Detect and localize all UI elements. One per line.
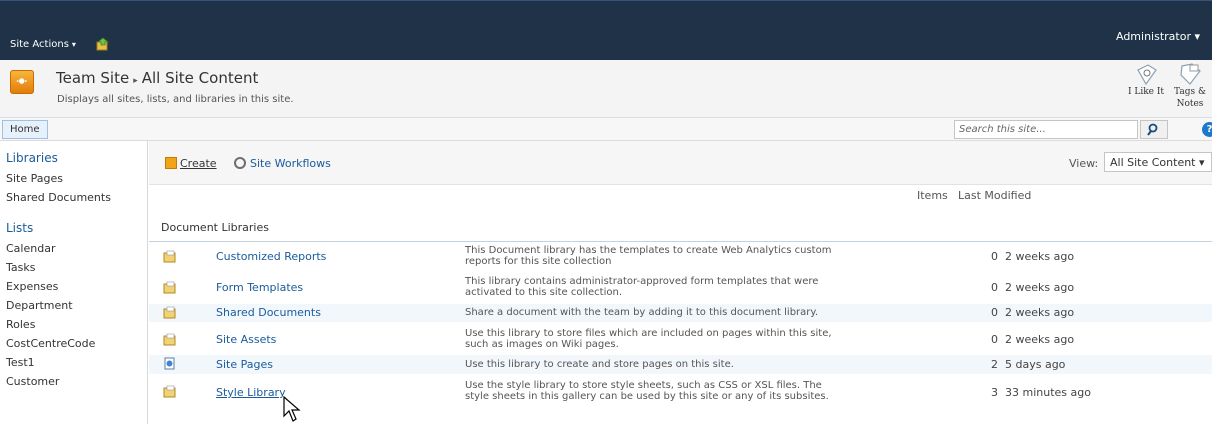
desc-line: This Document library has the templates …	[465, 245, 832, 256]
library-link[interactable]: Shared Documents	[216, 306, 321, 319]
library-description: Use this library to create and store pag…	[465, 359, 905, 370]
last-modified: 33 minutes ago	[1005, 386, 1091, 399]
search-button[interactable]	[1140, 120, 1168, 139]
desc-line: such as images on Wiki pages.	[465, 339, 619, 350]
site-actions-menu[interactable]: Site Actions ▾	[10, 39, 76, 50]
tag-icon	[1180, 63, 1201, 85]
sidebar-item-calendar[interactable]: Calendar	[0, 239, 147, 258]
desc-line: reports for this site collection	[465, 256, 612, 267]
page-title: Team Site ▸ All Site Content	[56, 69, 258, 87]
library-description: Use the style library to store style she…	[465, 380, 905, 402]
tags-notes-button[interactable]: Tags & Notes	[1168, 62, 1212, 120]
desc-line: This library contains administrator-appr…	[465, 276, 819, 287]
view-label: View:	[1069, 157, 1099, 170]
folder-icon	[163, 306, 176, 319]
libraries-heading[interactable]: Libraries	[0, 151, 147, 169]
navigate-up-icon[interactable]	[96, 37, 110, 51]
site-workflows-button[interactable]: Site Workflows	[234, 157, 331, 170]
desc-line: Use this library to store files which ar…	[465, 328, 832, 339]
folder-icon	[163, 333, 176, 346]
library-description: This library contains administrator-appr…	[465, 276, 905, 298]
sidebar-item-expenses[interactable]: Expenses	[0, 277, 147, 296]
table-row: Customized Reports This Document library…	[149, 242, 1212, 270]
tags-label-line1: Tags &	[1174, 87, 1206, 97]
table-row: Shared Documents Share a document with t…	[149, 304, 1212, 322]
section-title: Document Libraries	[161, 221, 269, 234]
desc-line: style sheets in this gallery can be used…	[465, 391, 829, 402]
i-like-it-label: I Like It	[1127, 87, 1165, 97]
top-nav: Home Search this site... ?	[0, 118, 1212, 141]
item-count: 0	[991, 333, 998, 346]
sidebar-item-tasks[interactable]: Tasks	[0, 258, 147, 277]
last-modified: 2 weeks ago	[1005, 306, 1075, 319]
tab-home[interactable]: Home	[2, 120, 48, 139]
sidebar-item-site-pages[interactable]: Site Pages	[0, 169, 147, 188]
i-like-it-button[interactable]: I Like It	[1116, 62, 1176, 120]
last-modified-column-header[interactable]: Last Modified	[958, 189, 1031, 202]
item-count: 2	[991, 358, 998, 371]
item-count: 0	[991, 250, 998, 263]
main-content: Create Site Workflows View: All Site Con…	[149, 141, 1212, 424]
library-description: Share a document with the team by adding…	[465, 307, 905, 318]
search-icon	[1147, 123, 1158, 136]
library-link[interactable]: Site Pages	[216, 358, 273, 371]
site-logo[interactable]: ꔹ	[10, 70, 34, 94]
page-name: All Site Content	[141, 69, 259, 87]
library-link[interactable]: Site Assets	[216, 333, 276, 346]
create-button[interactable]: Create	[165, 157, 217, 170]
page-icon	[164, 357, 175, 370]
sidebar-item-customer[interactable]: Customer	[0, 372, 147, 391]
site-workflows-label: Site Workflows	[250, 157, 331, 170]
folder-icon	[163, 385, 176, 398]
table-row: Form Templates This library contains adm…	[149, 270, 1212, 304]
sidebar-item-shared-documents[interactable]: Shared Documents	[0, 188, 147, 207]
workflow-check-icon	[234, 157, 246, 169]
last-modified: 2 weeks ago	[1005, 281, 1075, 294]
table-row: Site Assets Use this library to store fi…	[149, 322, 1212, 355]
library-link[interactable]: Style Library	[216, 386, 286, 399]
library-link[interactable]: Form Templates	[216, 281, 303, 294]
last-modified: 2 weeks ago	[1005, 250, 1075, 263]
site-name-link[interactable]: Team Site	[56, 69, 129, 87]
table-row: Site Pages Use this library to create an…	[149, 355, 1212, 374]
sidebar-item-department[interactable]: Department	[0, 296, 147, 315]
items-column-header[interactable]: Items	[917, 189, 948, 202]
desc-line: activated to this site collection.	[465, 287, 623, 298]
sidebar-item-roles[interactable]: Roles	[0, 315, 147, 334]
quick-launch: Libraries Site Pages Shared Documents Li…	[0, 141, 148, 424]
desc-line: Share a document with the team by adding…	[465, 307, 819, 318]
last-modified: 2 weeks ago	[1005, 333, 1075, 346]
breadcrumb-separator-icon: ▸	[133, 76, 138, 86]
people-icon: ꔹ	[16, 74, 28, 90]
desc-line: Use the style library to store style she…	[465, 380, 822, 391]
item-count: 0	[991, 306, 998, 319]
last-modified: 5 days ago	[1005, 358, 1066, 371]
help-icon[interactable]: ?	[1202, 122, 1212, 137]
library-description: This Document library has the templates …	[465, 245, 905, 267]
item-count: 0	[991, 281, 998, 294]
content-toolbar: Create Site Workflows View: All Site Con…	[149, 141, 1212, 185]
ribbon-bar: Site Actions ▾ Administrator ▾	[0, 0, 1212, 60]
user-menu[interactable]: Administrator ▾	[1116, 30, 1200, 43]
chevron-down-icon: ▾	[71, 40, 76, 49]
sidebar-item-test1[interactable]: Test1	[0, 353, 147, 372]
create-icon	[165, 157, 177, 169]
desc-line: Use this library to create and store pag…	[465, 359, 734, 370]
folder-icon	[163, 281, 176, 294]
tags-label-line2: Notes	[1176, 99, 1204, 109]
lists-heading[interactable]: Lists	[0, 221, 147, 239]
site-actions-label: Site Actions	[10, 39, 69, 50]
thumbs-up-tag-icon	[1137, 64, 1157, 86]
page-description: Displays all sites, lists, and libraries…	[57, 94, 294, 105]
folder-icon	[163, 250, 176, 263]
library-link[interactable]: Customized Reports	[216, 250, 326, 263]
table-row: Style Library Use the style library to s…	[149, 374, 1212, 408]
search-input[interactable]: Search this site...	[954, 120, 1138, 139]
item-count: 3	[991, 386, 998, 399]
sidebar-item-costcentrecode[interactable]: CostCentreCode	[0, 334, 147, 353]
create-label: Create	[180, 157, 217, 170]
library-description: Use this library to store files which ar…	[465, 328, 905, 350]
view-select[interactable]: All Site Content ▾	[1104, 152, 1212, 172]
mouse-cursor-icon	[283, 396, 301, 422]
